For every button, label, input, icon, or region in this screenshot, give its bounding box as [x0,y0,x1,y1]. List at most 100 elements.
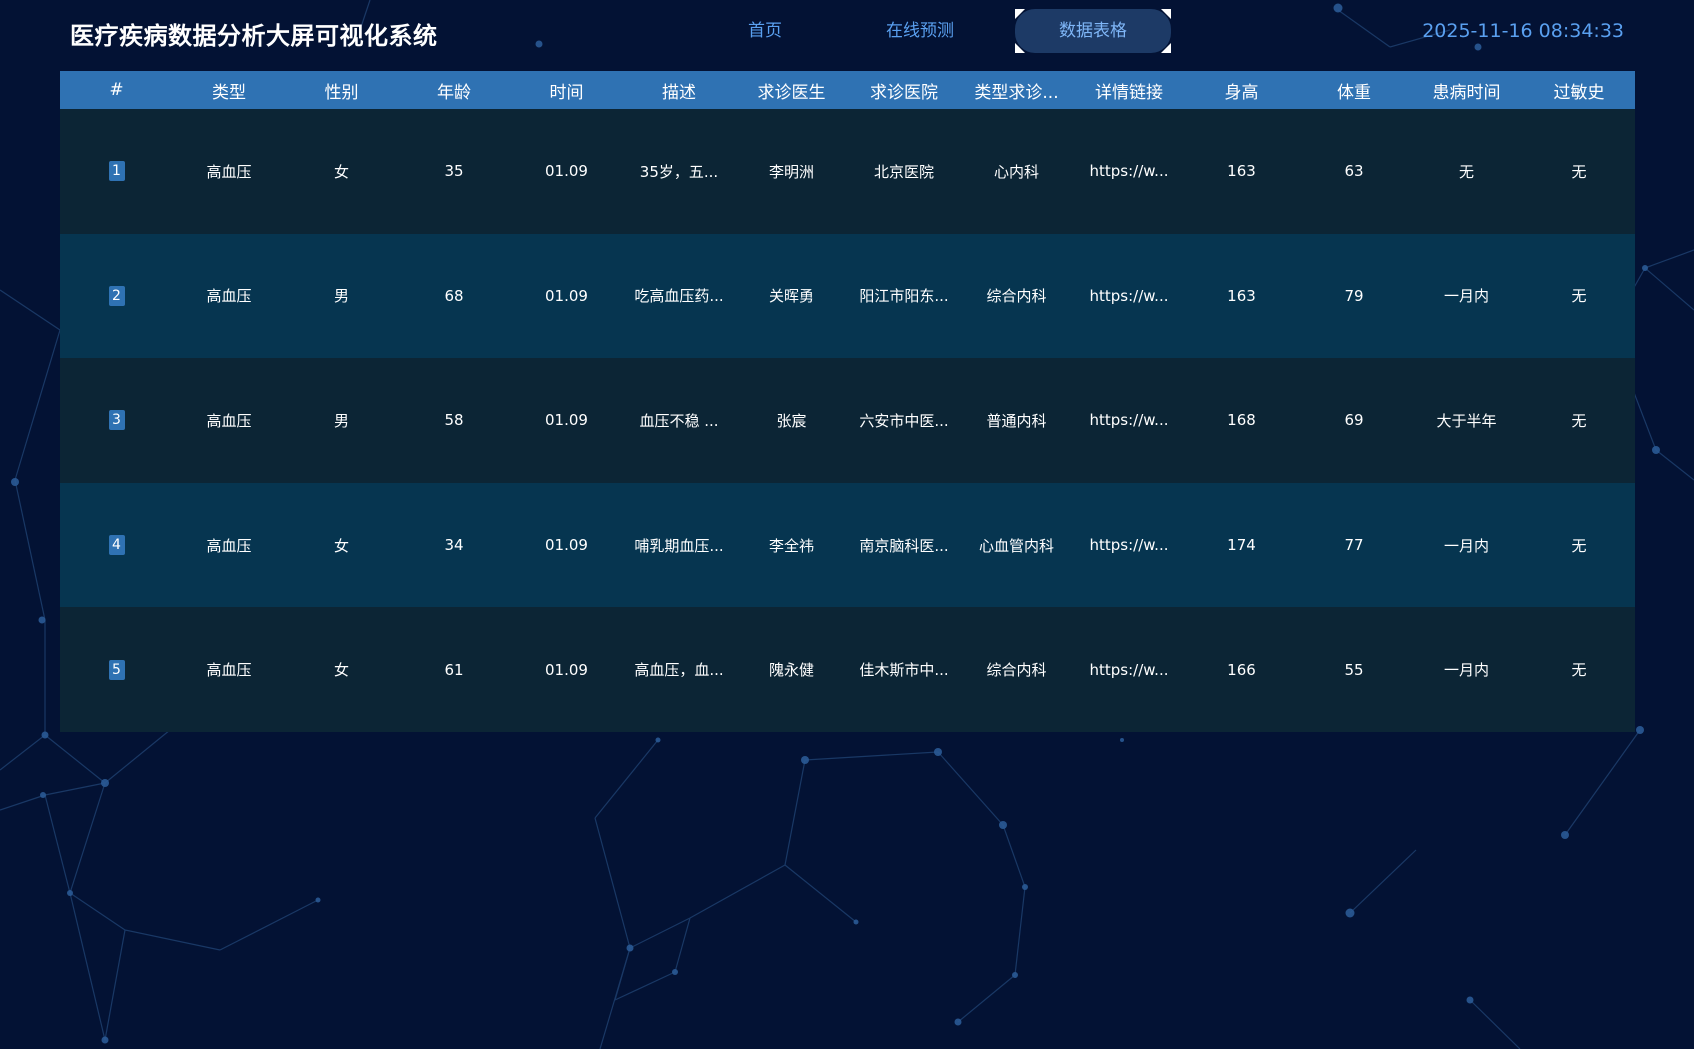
cell-type: 高血压 [206,287,252,306]
cell-age: 35 [444,162,464,181]
column-header-duration[interactable]: 患病时间 [1410,71,1523,109]
cell-description: 35岁，五... [639,162,719,181]
app-title: 医疗疾病数据分析大屏可视化系统 [70,22,438,50]
cell-weight: 77 [1344,536,1364,555]
table-row[interactable]: 2 高血压 男 68 01.09 吃高血压药... 关晖勇 阳江市阳东... 综合内科 https… [60,233,1635,359]
cell-age: 61 [444,660,464,679]
cell-height: 163 [1227,162,1256,181]
cell-detail-link[interactable]: https://w... [1073,109,1185,234]
cell-gender: 女 [333,162,349,181]
table-body: 1 高血压女 35 01.09 35岁，五... 李明洲 北京医院 心内科 https://w.… [60,109,1635,732]
cell-age: 68 [444,286,464,305]
cell-gender: 女 [333,661,349,680]
header-bar: 医疗疾病数据分析大屏可视化系统 首页 在线预测 数据表格 2025-11-16 … [0,0,1694,66]
column-header-allergy[interactable]: 过敏史 [1523,71,1635,109]
cell-department: 综合内科 [986,661,1047,680]
cell-height: 168 [1227,411,1256,430]
cell-duration: 一月内 [1443,287,1489,306]
column-header-time[interactable]: 时间 [510,71,623,109]
column-header-weight[interactable]: 体重 [1298,71,1410,109]
cell-index: 5 [60,607,173,732]
column-header-doctor[interactable]: 求诊医生 [735,71,848,109]
tab-data-table-label: 数据表格 [1059,21,1127,41]
cell-duration: 大于半年 [1436,411,1497,430]
cell-gender: 女 [333,536,349,555]
cell-age: 34 [444,536,464,555]
cell-index: 4 [60,483,173,608]
cell-doctor: 张宸 [776,411,807,430]
cell-allergy: 无 [1571,661,1587,680]
column-header-index[interactable]: # [60,71,173,109]
data-table: # 类型 性别 年龄 时间 描述 求诊医生 求诊医院 类型求诊... 详情链接 身高 体重 患病时间 过敏… [60,71,1635,732]
table-row[interactable]: 4 高血压 女 34 01.09 哺乳期血压... 李全祎 南京脑科医... 心血管内科 http… [60,482,1635,608]
corner-decoration [1161,9,1171,19]
cell-duration: 无 [1458,162,1474,181]
table-header-row: # 类型 性别 年龄 时间 描述 求诊医生 求诊医院 类型求诊... 详情链接 身高 体重 患病时间 过敏… [60,71,1635,109]
table-row[interactable]: 3 高血压 男 58 01.09 血压不稳 ... 张宸 六安市中医... 普通内科 https:… [60,358,1635,483]
cell-hospital: 北京医院 [873,162,934,181]
tab-home[interactable]: 首页 [705,9,825,53]
column-header-type[interactable]: 类型 [173,71,285,109]
corner-decoration [1161,43,1171,53]
row-index-badge: 3 [108,410,125,431]
cell-type: 高血压 [206,411,252,430]
cell-hospital: 佳木斯市中... [859,661,949,680]
cell-department: 普通内科 [986,411,1047,430]
cell-detail-link[interactable]: https://w... [1073,607,1185,732]
cell-duration: 一月内 [1443,661,1489,680]
cell-doctor: 隗永健 [768,661,814,680]
cell-type: 高血压 [206,162,252,181]
corner-decoration [1015,43,1025,53]
cell-allergy: 无 [1571,162,1587,181]
column-header-description[interactable]: 描述 [623,71,735,109]
cell-allergy: 无 [1571,411,1587,430]
cell-weight: 69 [1344,411,1364,430]
corner-decoration [1015,9,1025,19]
cell-description: 吃高血压药... [634,287,724,306]
cell-index: 3 [60,358,173,483]
column-header-age[interactable]: 年龄 [398,71,510,109]
cell-height: 166 [1227,660,1256,679]
cell-duration: 一月内 [1443,536,1489,555]
cell-description: 哺乳期血压... [634,536,724,555]
cell-detail-link[interactable]: https://w... [1073,234,1185,359]
cell-allergy: 无 [1571,536,1587,555]
cell-weight: 63 [1344,162,1364,181]
table-row[interactable]: 5 高血压 女 61 01.09 高血压，血... 隗永健 佳木斯市中... 综合内科 https… [60,607,1635,732]
cell-doctor: 李全祎 [768,536,814,555]
cell-doctor: 李明洲 [768,162,814,181]
column-header-hospital[interactable]: 求诊医院 [848,71,960,109]
row-index-badge: 1 [108,161,125,182]
cell-weight: 55 [1344,660,1364,679]
table-row[interactable]: 1 高血压 女 35 01.09 35岁，五... 李明洲 北京医院 心内科 https://w.… [60,109,1635,234]
row-index-badge: 2 [108,285,125,306]
cell-type: 高血压 [206,661,252,680]
cell-gender: 男 [333,287,349,306]
cell-department: 心血管内科 [978,536,1054,555]
column-header-gender[interactable]: 性别 [285,71,398,109]
cell-hospital: 南京脑科医... [859,536,949,555]
tab-online-predict[interactable]: 在线预测 [860,9,980,53]
data-table-panel: # 类型 性别 年龄 时间 描述 求诊医生 求诊医院 类型求诊... 详情链接 身高 体重 患病时间 过敏… [60,71,1635,732]
cell-index: 2 [60,234,173,359]
column-header-height[interactable]: 身高 [1185,71,1298,109]
tab-data-table[interactable]: 数据表格 [1015,9,1171,53]
cell-height: 163 [1227,286,1256,305]
cell-allergy: 无 [1571,287,1587,306]
cell-weight: 79 [1344,286,1364,305]
cell-hospital: 阳江市阳东... [859,287,949,306]
cell-detail-link[interactable]: https://w... [1073,358,1185,483]
cell-index: 1 [60,109,173,234]
datetime-display: 2025-11-16 08:34:33 [1422,20,1624,42]
cell-type: 高血压 [206,536,252,555]
cell-department: 综合内科 [986,287,1047,306]
cell-time: 01.09 [545,536,588,555]
cell-description: 血压不稳 ... [639,411,719,430]
cell-height: 174 [1227,536,1256,555]
cell-detail-link[interactable]: https://w... [1073,483,1185,608]
column-header-detail-link[interactable]: 详情链接 [1073,71,1185,109]
row-index-badge: 4 [108,535,125,556]
cell-time: 01.09 [545,411,588,430]
cell-time: 01.09 [545,286,588,305]
column-header-department[interactable]: 类型求诊... [960,71,1073,109]
